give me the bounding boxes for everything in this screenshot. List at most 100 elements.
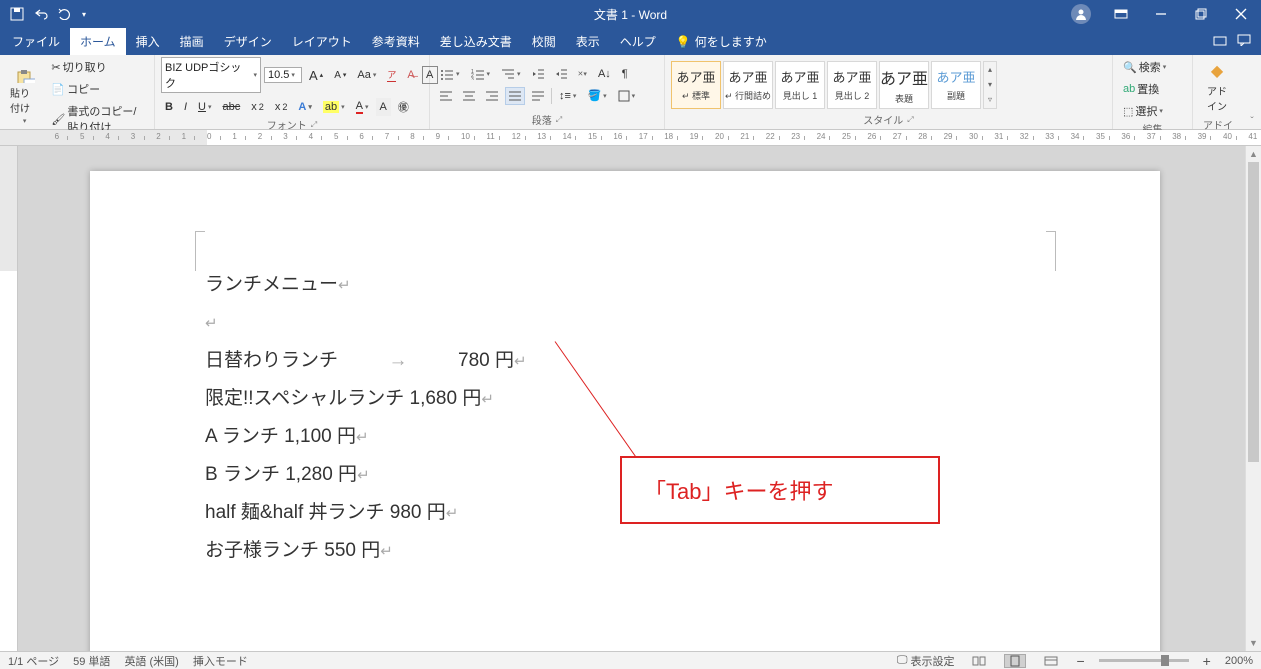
tab-ヘルプ[interactable]: ヘルプ	[610, 28, 666, 55]
tab-挿入[interactable]: 挿入	[126, 28, 170, 55]
numbering-button[interactable]: 123▾	[467, 65, 495, 83]
qat-customize-icon[interactable]: ▾	[82, 10, 86, 19]
status-page[interactable]: 1/1 ページ	[8, 653, 59, 669]
style-副題[interactable]: あア亜副題	[931, 61, 981, 109]
tell-me[interactable]: 💡 何をしますか	[666, 28, 777, 55]
italic-button[interactable]: I	[180, 98, 191, 116]
line-spacing-button[interactable]: ↕≡▾	[555, 87, 580, 105]
distribute-button[interactable]	[528, 87, 548, 105]
launcher-icon[interactable]: ⤢	[556, 115, 562, 125]
vertical-scrollbar[interactable]: ▲ ▼	[1245, 146, 1261, 651]
paste-button[interactable]: 貼り付け ▾	[6, 67, 43, 127]
style-↵ 行間詰め[interactable]: あア亜↵ 行間詰め	[723, 61, 773, 109]
launcher-icon[interactable]: ⤢	[311, 120, 317, 130]
document-line[interactable]: お子様ランチ 550 円↵	[205, 532, 1045, 570]
document-line[interactable]: ↵	[205, 304, 1045, 342]
shading-button[interactable]: 🪣▾	[583, 87, 610, 105]
document-line[interactable]: 日替わりランチ→780 円↵	[205, 342, 1045, 380]
scroll-thumb[interactable]	[1248, 162, 1259, 462]
tab-ファイル[interactable]: ファイル	[2, 28, 70, 55]
tab-デザイン[interactable]: デザイン	[214, 28, 282, 55]
save-icon[interactable]	[10, 7, 24, 21]
align-left-button[interactable]	[436, 87, 456, 105]
shrink-font-button[interactable]: A▾	[330, 66, 350, 84]
document-line[interactable]: ランチメニュー↵	[205, 266, 1045, 304]
change-case-button[interactable]: Aa▾	[353, 66, 380, 84]
bold-button[interactable]: B	[161, 98, 177, 116]
close-button[interactable]	[1221, 0, 1261, 28]
clear-format-button[interactable]: A̶	[403, 66, 418, 84]
zoom-level[interactable]: 200%	[1225, 655, 1253, 667]
decrease-indent-button[interactable]	[528, 65, 548, 83]
zoom-out-button[interactable]: −	[1076, 653, 1084, 669]
read-mode-button[interactable]	[968, 654, 990, 668]
asian-layout-button[interactable]: ✕▾	[574, 65, 591, 83]
tab-参考資料[interactable]: 参考資料	[362, 28, 430, 55]
minimize-button[interactable]	[1141, 0, 1181, 28]
launcher-icon[interactable]: ⤢	[907, 115, 913, 125]
enclose-char-button[interactable]: ㊝	[394, 97, 413, 117]
vertical-ruler[interactable]	[0, 146, 18, 651]
style-↵ 標準[interactable]: あア亜↵ 標準	[671, 61, 721, 109]
maximize-button[interactable]	[1181, 0, 1221, 28]
document-line[interactable]: 限定!!スペシャルランチ 1,680 円↵	[205, 380, 1045, 418]
align-right-button[interactable]	[482, 87, 502, 105]
status-words[interactable]: 59 単語	[73, 653, 110, 669]
align-center-button[interactable]	[459, 87, 479, 105]
ribbon-display-icon[interactable]	[1101, 0, 1141, 28]
increase-indent-button[interactable]	[551, 65, 571, 83]
tab-レイアウト[interactable]: レイアウト	[282, 28, 362, 55]
font-color-button[interactable]: A▾	[352, 98, 373, 116]
print-layout-button[interactable]	[1004, 654, 1026, 668]
styles-more-button[interactable]: ▴▾▿	[983, 61, 997, 109]
find-button[interactable]: 🔍検索▾	[1119, 57, 1170, 77]
tab-描画[interactable]: 描画	[170, 28, 214, 55]
select-button[interactable]: ⬚選択▾	[1119, 101, 1170, 121]
sort-button[interactable]: A↓	[594, 65, 615, 83]
horizontal-ruler[interactable]: 6543210123456789101112131415161718192021…	[0, 130, 1261, 146]
highlight-button[interactable]: ab▾	[319, 98, 349, 116]
grow-font-button[interactable]: A▴	[305, 66, 327, 85]
addins-button[interactable]: ◆ アド イン	[1199, 57, 1235, 117]
font-size-combo[interactable]: 10.5▾	[264, 67, 302, 83]
cut-button[interactable]: ✂切り取り	[47, 57, 148, 77]
scroll-up-icon[interactable]: ▲	[1246, 146, 1261, 162]
tab-ホーム[interactable]: ホーム	[70, 28, 126, 55]
copy-button[interactable]: 📄コピー	[47, 79, 148, 99]
phonetic-guide-button[interactable]: ア	[383, 66, 400, 84]
web-layout-button[interactable]	[1040, 654, 1062, 668]
style-見出し 2[interactable]: あア亜見出し 2	[827, 61, 877, 109]
comments-icon[interactable]	[1237, 34, 1251, 49]
borders-button[interactable]: ▾	[614, 87, 640, 105]
display-settings[interactable]: 🖵表示設定	[897, 653, 955, 669]
tab-表示[interactable]: 表示	[566, 28, 610, 55]
strikethrough-button[interactable]: abc	[218, 98, 244, 116]
bullets-button[interactable]: ▾	[436, 65, 464, 83]
status-mode[interactable]: 挿入モード	[193, 653, 248, 669]
multilevel-button[interactable]: ▾	[497, 65, 525, 83]
undo-icon[interactable]	[34, 8, 48, 20]
redo-icon[interactable]	[58, 8, 72, 20]
style-表題[interactable]: あア亜表題	[879, 61, 929, 109]
zoom-slider[interactable]	[1099, 659, 1189, 662]
share-icon[interactable]	[1213, 34, 1227, 49]
char-shading-button[interactable]: A	[376, 98, 391, 116]
underline-button[interactable]: U▾	[194, 98, 215, 116]
scroll-down-icon[interactable]: ▼	[1246, 635, 1261, 651]
status-language[interactable]: 英語 (米国)	[124, 653, 178, 669]
tab-校閲[interactable]: 校閲	[522, 28, 566, 55]
text-effects-button[interactable]: A▾	[294, 98, 315, 116]
document-line[interactable]: A ランチ 1,100 円↵	[205, 418, 1045, 456]
document-content[interactable]: ランチメニュー↵↵日替わりランチ→780 円↵限定!!スペシャルランチ 1,68…	[205, 266, 1045, 570]
user-avatar[interactable]	[1071, 4, 1091, 24]
collapse-ribbon-icon[interactable]: ˇ	[1243, 55, 1261, 129]
superscript-button[interactable]: x2	[271, 98, 292, 116]
justify-button[interactable]	[505, 87, 525, 105]
show-marks-button[interactable]: ¶	[618, 65, 632, 83]
font-family-combo[interactable]: BIZ UDPゴシック▾	[161, 57, 261, 93]
zoom-in-button[interactable]: +	[1203, 653, 1211, 669]
subscript-button[interactable]: x2	[247, 98, 268, 116]
tab-差し込み文書[interactable]: 差し込み文書	[430, 28, 522, 55]
style-見出し 1[interactable]: あア亜見出し 1	[775, 61, 825, 109]
replace-button[interactable]: ab置換	[1119, 79, 1170, 99]
